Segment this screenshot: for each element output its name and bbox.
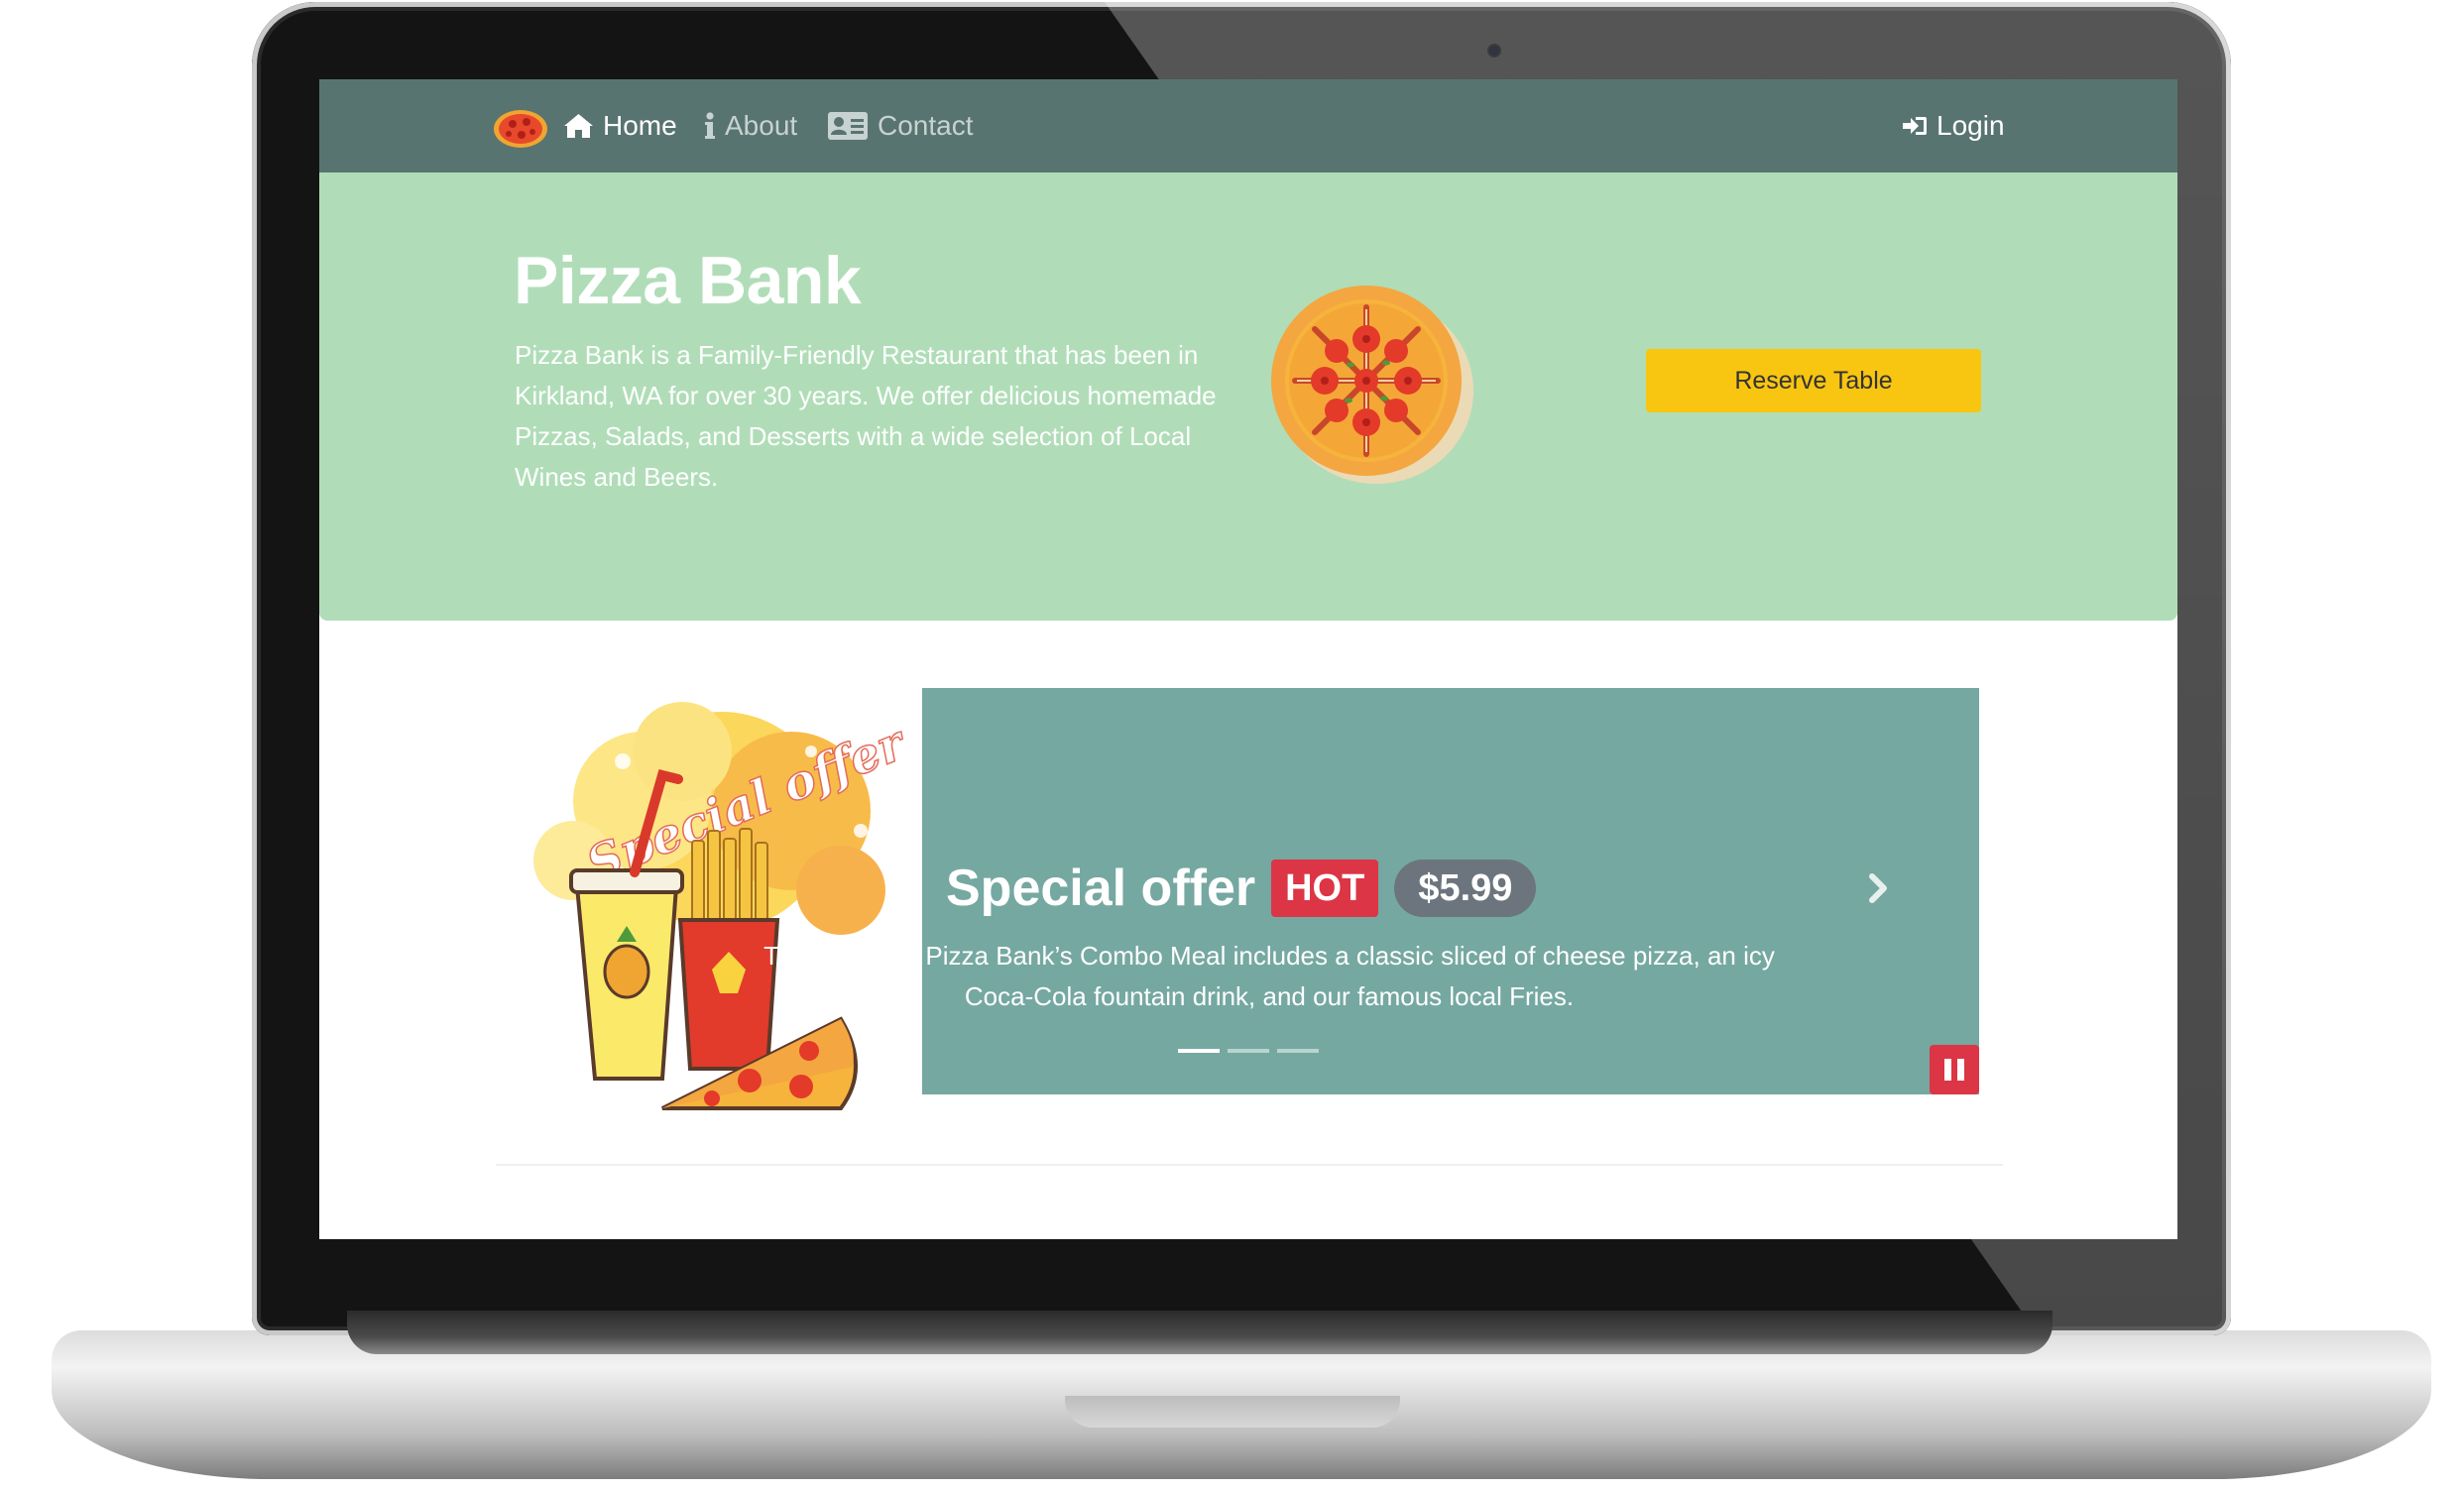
carousel-caption: The best sold Pizza Bank’s Combo Meal in… xyxy=(763,941,1775,1011)
carousel-pause-button[interactable] xyxy=(1930,1045,1979,1094)
pizza-logo-icon[interactable] xyxy=(493,109,548,149)
intro-text: Pizza Bank is a Family-Friendly Restaura… xyxy=(515,340,1217,492)
special-offer-carousel[interactable]: Special offer HOT $5.99 The best sold Pi… xyxy=(763,688,1979,1094)
nav-item-home[interactable]: Home xyxy=(563,79,677,172)
laptop-base-notch xyxy=(1065,1396,1400,1428)
carousel-next-button[interactable] xyxy=(1856,866,1900,910)
carousel-indicators xyxy=(1178,1049,1319,1053)
home-icon xyxy=(564,114,593,138)
laptop-hinge xyxy=(347,1311,2053,1354)
login-link[interactable]: Login xyxy=(1902,79,2005,172)
chevron-right-icon xyxy=(1869,873,1887,903)
nav-item-contact[interactable]: Contact xyxy=(827,79,974,172)
camera xyxy=(1489,46,1499,56)
info-icon xyxy=(705,112,715,139)
nav-item-label: Home xyxy=(603,110,677,141)
pause-icon xyxy=(1957,1059,1964,1081)
nav-item-about[interactable]: About xyxy=(704,79,797,172)
special-offer-combo-illustration: Special offer xyxy=(533,702,916,1110)
pause-icon xyxy=(1944,1059,1951,1081)
carousel-heading: Special offer HOT $5.99 xyxy=(946,859,1537,918)
carousel-indicator[interactable] xyxy=(1228,1049,1269,1053)
login-label: Login xyxy=(1936,110,2005,141)
navbar: Home About Contact Login xyxy=(319,79,2177,172)
pizza-illustration xyxy=(1271,286,1473,484)
sign-in-icon xyxy=(1903,117,1927,135)
reserve-table-button[interactable]: Reserve Table xyxy=(1646,349,1981,412)
section-divider xyxy=(496,1164,2003,1166)
nav-item-label: About xyxy=(725,110,798,141)
page-title: Pizza Bank xyxy=(514,243,862,318)
price-badge: $5.99 xyxy=(1394,860,1537,917)
carousel-indicator[interactable] xyxy=(1277,1049,1319,1053)
jumbotron: Pizza Bank Pizza Bank is a Family-Friend… xyxy=(319,172,2177,621)
carousel-indicator[interactable] xyxy=(1178,1049,1220,1053)
nav-item-label: Contact xyxy=(878,110,974,141)
hot-badge: HOT xyxy=(1271,860,1379,917)
screen: Home About Contact Login Pizza Bank Pizz… xyxy=(319,79,2177,1239)
carousel-title: Special offer xyxy=(946,860,1256,917)
address-card-icon xyxy=(828,112,868,140)
